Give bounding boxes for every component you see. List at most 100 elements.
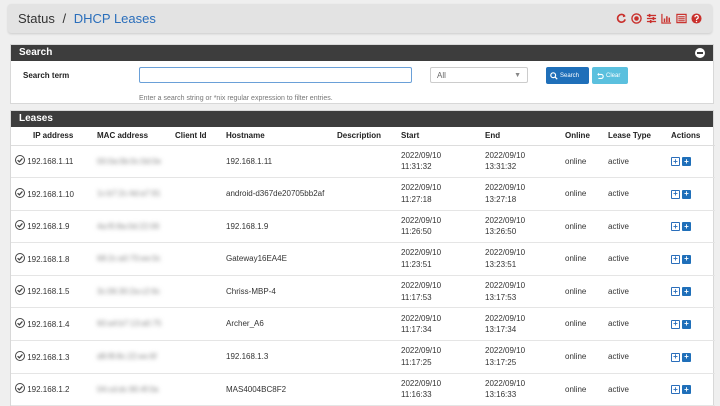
clear-button[interactable]: Clear [592, 67, 628, 84]
add-wol-mapping-icon[interactable]: + [682, 352, 691, 362]
breadcrumb: Status / DHCP Leases [18, 11, 156, 26]
add-static-mapping-icon[interactable]: + [671, 319, 680, 329]
table-row: 192.168.1.10 1c:b7:2c:4d:a7:91 android-d36… [11, 177, 715, 211]
log-icon[interactable] [676, 13, 687, 24]
start-date: 2022/09/10 [401, 281, 442, 291]
table-row: 192.168.1.11 00:0a:0b:0c:0d:0e 192.168.1.1… [11, 145, 715, 179]
lease-type: active [604, 275, 667, 309]
column-header-hostname[interactable]: Hostname [222, 127, 333, 146]
end-time: 13:17:34 [485, 325, 517, 335]
add-wol-mapping-icon[interactable]: + [682, 254, 691, 264]
add-wol-mapping-icon[interactable]: + [682, 319, 691, 329]
add-static-mapping-icon[interactable]: + [671, 254, 680, 264]
description [333, 242, 397, 276]
table-row: 192.168.1.3 d8:f8:8c:22:ee:6f 192.168.1.3 2… [11, 340, 715, 374]
start-cell: 2022/09/10 11:17:25 [397, 340, 481, 374]
add-static-mapping-icon[interactable]: + [671, 189, 680, 199]
end-date: 2022/09/10 [485, 150, 526, 160]
add-static-mapping-icon[interactable]: + [671, 287, 680, 297]
ip-address: 192.168.1.10 [27, 189, 74, 199]
hostname: Chriss-MBP-4 [222, 275, 333, 309]
description [333, 373, 397, 406]
reload-icon[interactable] [616, 13, 627, 24]
hostname: android-d367de20705bb2af [222, 177, 333, 211]
start-time: 11:16:33 [401, 390, 432, 400]
lease-type: active [604, 340, 667, 374]
start-time: 11:31:32 [401, 162, 432, 172]
actions-cell: + + [667, 373, 715, 406]
check-circle-icon [15, 252, 25, 263]
actions-cell: + + [667, 210, 715, 244]
table-row: 192.168.1.5 3c:06:30:2a:c2:6c Chriss-MBP-4… [11, 275, 715, 309]
check-circle-icon [15, 317, 25, 328]
mac-cell: 04:cd:dc:90:4f:0a [93, 373, 171, 406]
column-header-end[interactable]: End [481, 127, 561, 146]
add-static-mapping-icon[interactable]: + [671, 157, 680, 166]
add-wol-mapping-icon[interactable]: + [682, 222, 691, 232]
client-id [171, 145, 222, 179]
actions-cell: + + [667, 177, 715, 211]
description [333, 340, 397, 374]
client-id [171, 340, 222, 374]
ip-cell: 192.168.1.2 [11, 373, 93, 406]
ip-cell: 192.168.1.4 [11, 307, 93, 342]
leases-panel-heading: Leases [19, 113, 53, 124]
end-date: 2022/09/10 [485, 215, 526, 225]
breadcrumb-status[interactable]: Status [18, 11, 55, 26]
client-id [171, 373, 222, 406]
search-icon [550, 71, 558, 80]
breadcrumb-separator: / [62, 11, 67, 26]
online-status: online [561, 145, 604, 179]
add-wol-mapping-icon[interactable]: + [682, 385, 691, 395]
start-time: 11:17:34 [401, 325, 432, 335]
record-icon[interactable] [631, 13, 642, 24]
ip-address: 192.168.1.11 [27, 157, 74, 166]
add-wol-mapping-icon[interactable]: + [682, 157, 691, 166]
end-date: 2022/09/10 [485, 378, 526, 388]
column-header-description[interactable]: Description [333, 127, 397, 146]
ip-address: 192.168.1.8 [27, 254, 70, 264]
settings-sliders-icon[interactable] [646, 13, 657, 24]
description [333, 275, 397, 309]
ip-address: 192.168.1.9 [27, 222, 70, 232]
ip-cell: 192.168.1.8 [11, 242, 93, 276]
end-time: 13:31:32 [485, 162, 517, 172]
end-time: 13:17:25 [485, 357, 517, 367]
add-wol-mapping-icon[interactable]: + [682, 287, 691, 297]
ip-address: 192.168.1.4 [27, 319, 70, 329]
column-header-mac[interactable]: MAC address [93, 127, 171, 146]
lease-type: active [604, 242, 667, 276]
ip-cell: 192.168.1.3 [11, 340, 93, 374]
online-status: online [561, 275, 604, 309]
start-time: 11:17:25 [401, 357, 432, 367]
search-button-label: Search [560, 72, 580, 79]
start-cell: 2022/09/10 11:17:34 [397, 307, 481, 342]
search-filter-selected: All [437, 70, 446, 80]
mac-cell: 3c:06:30:2a:c2:6c [93, 275, 171, 309]
add-static-mapping-icon[interactable]: + [671, 385, 680, 395]
table-row: 192.168.1.2 04:cd:dc:90:4f:0a MAS4004BC8F2… [11, 373, 715, 406]
chart-icon[interactable] [661, 13, 672, 24]
check-circle-icon [15, 285, 25, 296]
column-header-start[interactable]: Start [397, 127, 481, 146]
add-wol-mapping-icon[interactable]: + [682, 189, 691, 199]
search-term-input[interactable] [139, 67, 412, 83]
online-status: online [561, 307, 604, 342]
column-header-lease-type[interactable]: Lease Type [604, 127, 667, 146]
help-icon[interactable] [691, 13, 702, 24]
start-date: 2022/09/10 [401, 150, 442, 160]
leases-table: IP address MAC address Client Id Hostnam… [11, 127, 715, 406]
add-static-mapping-icon[interactable]: + [671, 222, 680, 232]
column-header-ip[interactable]: IP address [11, 127, 93, 146]
end-cell: 2022/09/10 13:17:53 [481, 275, 561, 309]
column-header-online[interactable]: Online [561, 127, 604, 146]
collapse-icon[interactable] [695, 48, 705, 58]
breadcrumb-dhcp-leases[interactable]: DHCP Leases [74, 11, 156, 26]
search-filter-select[interactable]: All ▼ [430, 67, 528, 83]
check-circle-icon [15, 155, 25, 165]
column-header-client-id[interactable]: Client Id [171, 127, 222, 146]
check-circle-icon [15, 383, 25, 394]
search-button[interactable]: Search [546, 67, 589, 84]
add-static-mapping-icon[interactable]: + [671, 352, 680, 362]
start-cell: 2022/09/10 11:31:32 [397, 145, 481, 179]
